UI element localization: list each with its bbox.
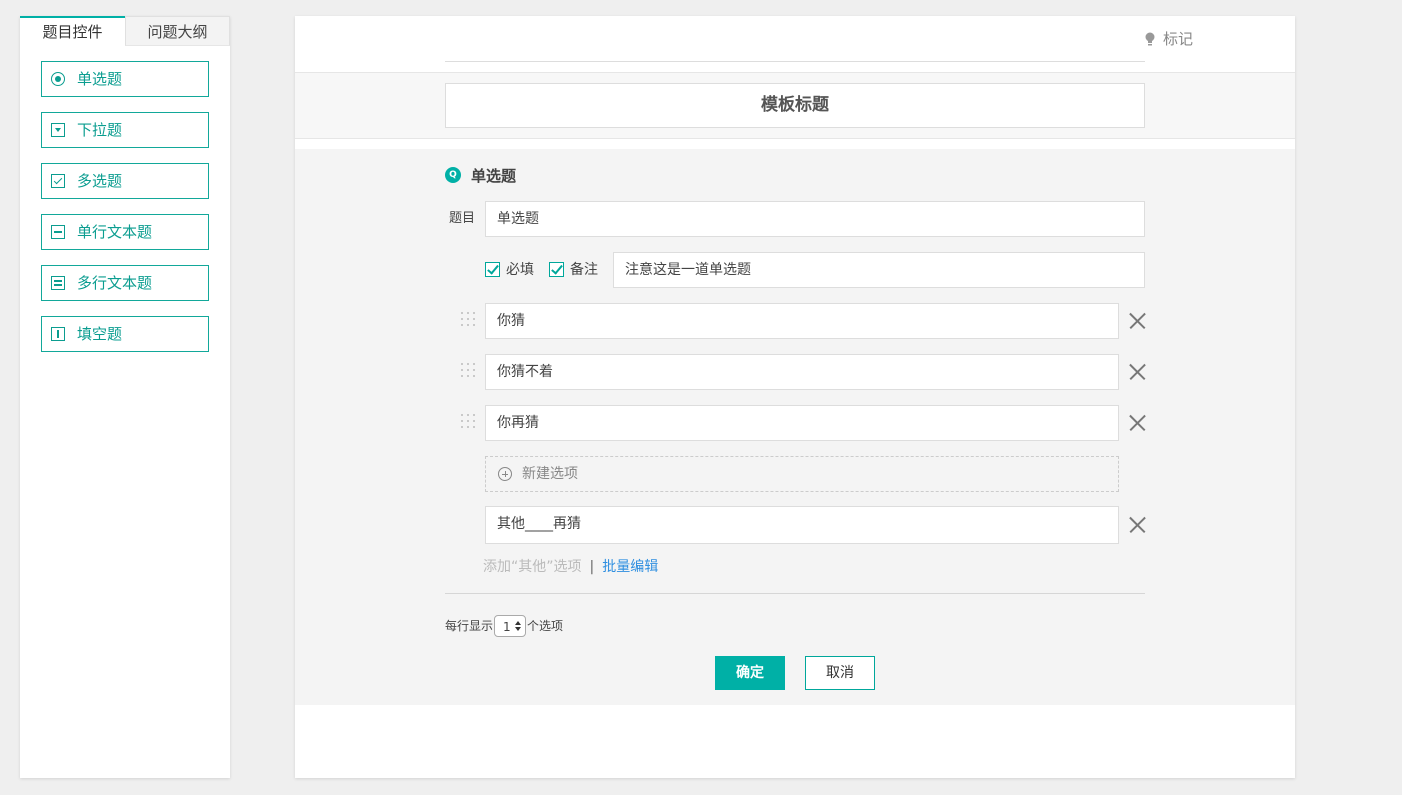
- question-icon: Q: [445, 167, 461, 183]
- drag-handle-icon[interactable]: [461, 414, 477, 430]
- batch-edit-link[interactable]: 批量编辑: [602, 559, 658, 575]
- required-checkbox[interactable]: [485, 262, 500, 277]
- question-type-label: 单选题: [471, 167, 517, 185]
- option-input[interactable]: 你猜不着: [485, 354, 1119, 390]
- fill-blank-icon: [51, 327, 65, 341]
- control-multi-choice[interactable]: 多选题: [41, 163, 209, 199]
- note-input[interactable]: 注意这是一道单选题: [613, 252, 1145, 288]
- mark-label: 标记: [1163, 30, 1194, 48]
- control-label: 填空题: [77, 325, 123, 343]
- cancel-button[interactable]: 取消: [805, 656, 875, 690]
- delete-option-icon[interactable]: [1129, 364, 1145, 380]
- control-single-choice[interactable]: 单选题: [41, 61, 209, 97]
- template-title[interactable]: 模板标题: [445, 83, 1145, 128]
- option-input[interactable]: 你猜: [485, 303, 1119, 339]
- per-row-suffix: 个选项: [527, 619, 564, 633]
- control-label: 多行文本题: [77, 274, 153, 292]
- control-label: 单选题: [77, 70, 123, 88]
- question-editor: Q 单选题 题目 单选题 必填 备注 注意这是一道单选题 你猜 你猜不着 你再猜…: [295, 149, 1295, 705]
- dropdown-icon: [51, 123, 65, 137]
- note-label: 备注: [570, 262, 598, 278]
- multi-line-text-icon: [51, 276, 65, 290]
- title-field-label: 题目: [449, 211, 476, 226]
- option-actions: 添加“其他”选项 | 批量编辑: [483, 557, 658, 577]
- title-band: 模板标题: [295, 72, 1295, 139]
- control-single-line-text[interactable]: 单行文本题: [41, 214, 209, 250]
- lightbulb-icon: [1145, 32, 1155, 46]
- radio-icon: [51, 72, 65, 86]
- divider: [445, 593, 1145, 594]
- per-row-prefix: 每行显示: [445, 619, 494, 633]
- per-row-value: 1: [503, 620, 511, 634]
- control-multi-line-text[interactable]: 多行文本题: [41, 265, 209, 301]
- option-input[interactable]: 你再猜: [485, 405, 1119, 441]
- control-label: 单行文本题: [77, 223, 153, 241]
- control-fill-blank[interactable]: 填空题: [41, 316, 209, 352]
- panel-tabs: 题目控件 问题大纲: [20, 16, 230, 46]
- drag-handle-icon[interactable]: [461, 363, 477, 379]
- control-label: 下拉题: [77, 121, 123, 139]
- divider: [445, 61, 1145, 62]
- delete-option-icon[interactable]: [1129, 517, 1145, 533]
- survey-editor: 标记 模板标题 Q 单选题 题目 单选题 必填 备注 注意这是一道单选题 你猜: [295, 16, 1295, 778]
- control-label: 多选题: [77, 172, 123, 190]
- plus-circle-icon: [498, 467, 512, 481]
- new-option-label: 新建选项: [522, 466, 578, 482]
- checkbox-icon: [51, 174, 65, 188]
- per-row-select[interactable]: 1: [494, 615, 527, 637]
- question-title-input[interactable]: 单选题: [485, 201, 1145, 237]
- confirm-button[interactable]: 确定: [715, 656, 785, 690]
- other-option-input[interactable]: 其他____再猜: [485, 506, 1119, 544]
- delete-option-icon[interactable]: [1129, 313, 1145, 329]
- stepper-arrows-icon: [515, 621, 522, 632]
- add-other-option-link[interactable]: 添加“其他”选项: [483, 559, 582, 575]
- control-dropdown[interactable]: 下拉题: [41, 112, 209, 148]
- note-checkbox[interactable]: [549, 262, 564, 277]
- control-panel: 题目控件 问题大纲 单选题 下拉题 多选题 单行文本题 多行文本题 填空题: [20, 16, 230, 778]
- options-per-row: 每行显示 1 个选项: [445, 615, 563, 637]
- required-label: 必填: [506, 262, 534, 278]
- drag-handle-icon[interactable]: [461, 312, 477, 328]
- single-line-text-icon: [51, 225, 65, 239]
- link-separator: |: [589, 559, 595, 575]
- new-option-button[interactable]: 新建选项: [485, 456, 1119, 492]
- tab-question-outline[interactable]: 问题大纲: [125, 16, 230, 46]
- tab-question-controls[interactable]: 题目控件: [20, 16, 125, 46]
- delete-option-icon[interactable]: [1129, 415, 1145, 431]
